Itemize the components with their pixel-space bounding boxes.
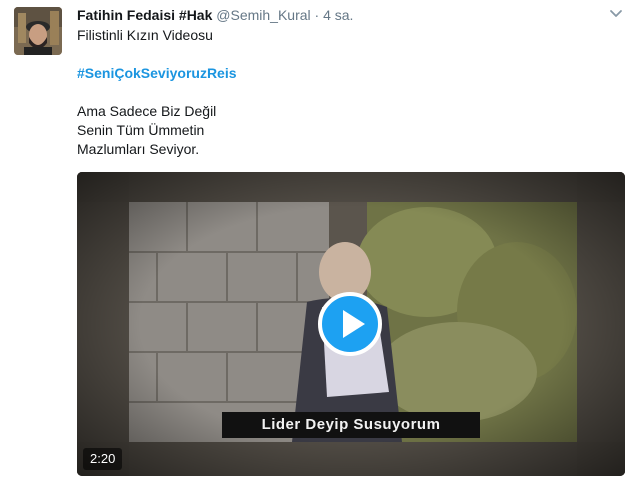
author-name[interactable]: Fatihin Fedaisi #Hak bbox=[77, 7, 212, 23]
author-handle[interactable]: @Semih_Kural bbox=[216, 7, 310, 23]
play-icon[interactable] bbox=[318, 292, 382, 356]
tweet[interactable]: Fatihin Fedaisi #Hak @Semih_Kural · 4 sa… bbox=[0, 0, 635, 486]
avatar-image bbox=[14, 7, 62, 55]
tweet-text-line: Senin Tüm Ümmetin bbox=[77, 122, 205, 138]
avatar[interactable] bbox=[14, 7, 62, 55]
tweet-text-line: Filistinli Kızın Videosu bbox=[77, 27, 213, 43]
tweet-text-line: Mazlumları Seviyor. bbox=[77, 141, 200, 157]
chevron-down-icon[interactable] bbox=[608, 6, 624, 22]
video-subtitle: Lider Deyip Susuyorum bbox=[222, 412, 480, 438]
tweet-text-line: Ama Sadece Biz Değil bbox=[77, 103, 217, 119]
hashtag-link[interactable]: #SeniÇokSeviyoruzReis bbox=[77, 64, 237, 83]
separator: · bbox=[314, 7, 320, 23]
timestamp[interactable]: 4 sa. bbox=[323, 7, 353, 23]
tweet-header: Fatihin Fedaisi #Hak @Semih_Kural · 4 sa… bbox=[77, 6, 353, 24]
video-duration-badge: 2:20 bbox=[83, 448, 123, 470]
